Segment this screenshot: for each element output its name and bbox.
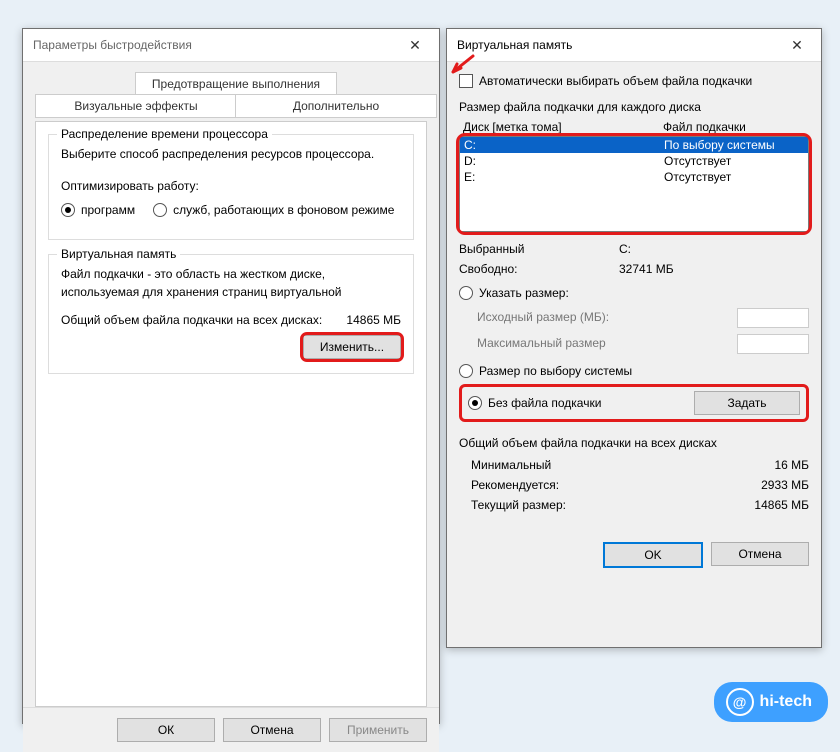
drive-letter: C: — [464, 138, 664, 152]
drive-row[interactable]: E: Отсутствует — [460, 169, 808, 185]
col-drive: Диск [метка тома] — [463, 118, 663, 136]
drive-row[interactable]: C: По выбору системы — [460, 137, 808, 153]
radio-programs[interactable] — [61, 203, 75, 217]
tab-advanced[interactable]: Дополнительно — [235, 94, 437, 118]
optimize-label: Оптимизировать работу: — [61, 177, 401, 195]
advanced-panel: Распределение времени процессора Выберит… — [35, 121, 427, 707]
cur-label: Текущий размер: — [471, 496, 631, 514]
radio-services[interactable] — [153, 203, 167, 217]
performance-options-window: Параметры быстродействия ✕ Предотвращени… — [22, 28, 440, 724]
drive-row[interactable]: D: Отсутствует — [460, 153, 808, 169]
group-legend: Виртуальная память — [57, 247, 180, 261]
vm-total-label: Общий объем файла подкачки на всех диска… — [61, 311, 322, 329]
min-label: Минимальный — [471, 456, 631, 474]
group-virtual-memory: Виртуальная память Файл подкачки - это о… — [48, 254, 414, 374]
radio-custom-size[interactable] — [459, 286, 473, 300]
change-button[interactable]: Изменить... — [303, 335, 401, 359]
totals-heading: Общий объем файла подкачки на всех диска… — [459, 434, 809, 452]
rec-label: Рекомендуется: — [471, 476, 631, 494]
drive-list[interactable]: C: По выбору системы D: Отсутствует E: О… — [459, 136, 809, 232]
annotation-arrow-icon — [443, 54, 483, 80]
selected-drive-value: C: — [619, 240, 809, 258]
set-button[interactable]: Задать — [694, 391, 800, 415]
col-paging: Файл подкачки — [663, 118, 746, 136]
cur-value: 14865 МБ — [754, 496, 809, 514]
radio-no-paging[interactable] — [468, 396, 482, 410]
radio-services-label: служб, работающих в фоновом режиме — [173, 201, 394, 219]
tab-visual-effects[interactable]: Визуальные эффекты — [35, 94, 237, 118]
ok-button[interactable]: OK — [603, 542, 703, 568]
max-size-label: Максимальный размер — [477, 334, 606, 354]
virtual-memory-window: Виртуальная память ✕ Автоматически выбир… — [446, 28, 822, 648]
window-title: Параметры быстродействия — [33, 38, 397, 52]
min-value: 16 МБ — [774, 456, 809, 474]
initial-size-label: Исходный размер (МБ): — [477, 308, 609, 328]
drive-paging: Отсутствует — [664, 154, 804, 168]
selected-drive-label: Выбранный — [459, 240, 619, 258]
cancel-button[interactable]: Отмена — [223, 718, 321, 742]
cancel-button[interactable]: Отмена — [711, 542, 809, 566]
auto-manage-label: Автоматически выбирать объем файла подка… — [479, 72, 752, 90]
radio-custom-label: Указать размер: — [479, 284, 569, 302]
dialog-buttons: ОК Отмена Применить — [23, 707, 439, 752]
initial-size-input[interactable] — [737, 308, 809, 328]
apply-button[interactable]: Применить — [329, 718, 427, 742]
drive-letter: D: — [464, 154, 664, 168]
watermark-badge: @ hi-tech — [714, 682, 828, 722]
radio-programs-label: программ — [81, 201, 135, 219]
titlebar: Виртуальная память ✕ — [447, 29, 821, 62]
max-size-input[interactable] — [737, 334, 809, 354]
cpu-desc: Выберите способ распределения ресурсов п… — [61, 145, 401, 163]
vm-desc: Файл подкачки - это область на жестком д… — [61, 265, 401, 301]
at-icon: @ — [726, 688, 754, 716]
group-legend: Распределение времени процессора — [57, 127, 272, 141]
each-drive-label: Размер файла подкачки для каждого диска — [459, 98, 809, 116]
radio-no-paging-label: Без файла подкачки — [488, 394, 601, 412]
watermark-text: hi-tech — [760, 693, 812, 711]
close-icon[interactable]: ✕ — [779, 34, 815, 56]
window-title: Виртуальная память — [457, 38, 779, 52]
drive-paging: Отсутствует — [664, 170, 804, 184]
radio-system-label: Размер по выбору системы — [479, 362, 632, 380]
radio-system-managed[interactable] — [459, 364, 473, 378]
free-space-value: 32741 МБ — [619, 260, 809, 278]
ok-button[interactable]: ОК — [117, 718, 215, 742]
drive-paging: По выбору системы — [664, 138, 804, 152]
rec-value: 2933 МБ — [761, 476, 809, 494]
titlebar: Параметры быстродействия ✕ — [23, 29, 439, 62]
tab-row: Предотвращение выполнения данных Визуаль… — [35, 72, 427, 118]
vm-total-value: 14865 МБ — [346, 311, 401, 329]
free-space-label: Свободно: — [459, 260, 619, 278]
close-icon[interactable]: ✕ — [397, 34, 433, 56]
group-cpu-scheduling: Распределение времени процессора Выберит… — [48, 134, 414, 240]
drive-letter: E: — [464, 170, 664, 184]
